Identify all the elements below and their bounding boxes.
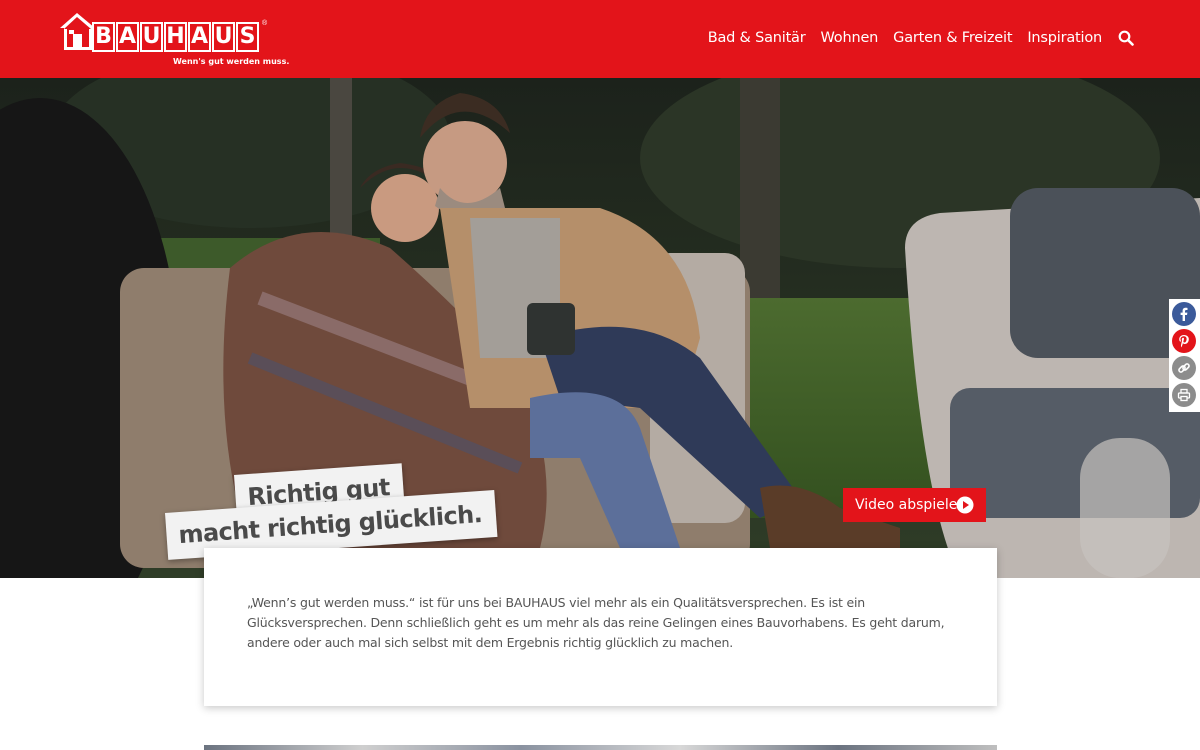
facebook-icon: [1180, 307, 1188, 321]
facebook-share-button[interactable]: [1172, 302, 1196, 326]
logo-letter-text: U: [214, 24, 233, 50]
logo-tagline: Wenn's gut werden muss.: [173, 57, 290, 66]
logo-letter: A: [188, 22, 211, 52]
logo-letter: B: [92, 22, 115, 52]
play-circle-icon: [956, 496, 974, 514]
copy-link-button[interactable]: [1172, 356, 1196, 380]
site-header: B A U H A U S ® Wenn's gut werden muss. …: [0, 0, 1200, 78]
hero-banner: Richtig gut macht richtig glücklich. Vid…: [0, 78, 1200, 578]
logo-letter: U: [140, 22, 163, 52]
main-nav: Bad & Sanitär Wohnen Garten & Freizeit I…: [693, 30, 1134, 46]
logo-letter: A: [116, 22, 139, 52]
link-icon: [1178, 363, 1190, 373]
print-icon: [1177, 388, 1191, 402]
logo-letter-text: B: [94, 24, 113, 50]
logo-letter: S: [236, 22, 259, 52]
nav-item-inspiration[interactable]: Inspiration: [1027, 30, 1102, 46]
logo-letter-text: A: [190, 24, 209, 50]
logo-letter: H: [164, 22, 187, 52]
play-video-label: Video abspielen: [855, 497, 967, 513]
intro-card: „Wenn’s gut werden muss.“ ist für uns be…: [204, 548, 997, 706]
hero-photo-couple-on-sofa: [0, 78, 1200, 578]
pinterest-icon: [1179, 335, 1189, 348]
play-video-button[interactable]: Video abspielen: [843, 488, 986, 522]
nav-item-bad-sanitaer[interactable]: Bad & Sanitär: [708, 30, 806, 46]
logo-letter: U: [212, 22, 235, 52]
share-bar: [1169, 299, 1200, 412]
search-icon[interactable]: [1118, 30, 1134, 46]
next-section-preview: [204, 745, 997, 750]
registered-mark: ®: [262, 20, 268, 27]
bauhaus-logo[interactable]: B A U H A U S ® Wenn's gut werden muss.: [58, 12, 289, 70]
house-logo-icon: [60, 13, 95, 50]
nav-item-garten-freizeit[interactable]: Garten & Freizeit: [893, 30, 1012, 46]
pinterest-share-button[interactable]: [1172, 329, 1196, 353]
print-button[interactable]: [1172, 383, 1196, 407]
intro-paragraph: „Wenn’s gut werden muss.“ ist für uns be…: [247, 595, 945, 650]
logo-letter-text: H: [166, 24, 185, 50]
logo-letter-text: S: [238, 24, 257, 50]
logo-wordmark: B A U H A U S: [92, 22, 259, 52]
nav-item-wohnen[interactable]: Wohnen: [821, 30, 879, 46]
logo-letter-text: U: [142, 24, 161, 50]
logo-letter-text: A: [118, 24, 137, 50]
